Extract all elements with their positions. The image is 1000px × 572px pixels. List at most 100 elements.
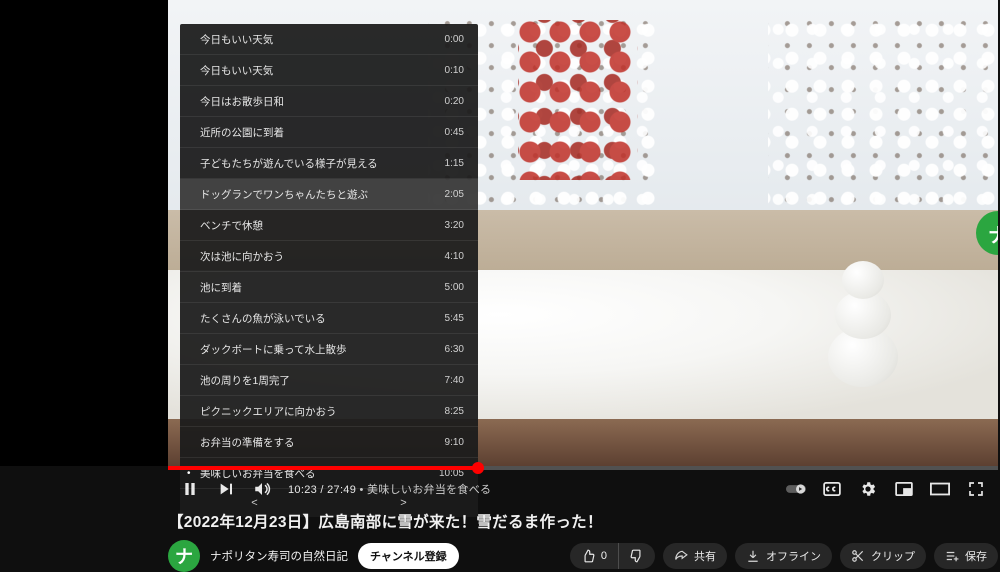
chapter-item-time: 0:10 <box>445 65 464 76</box>
clip-label: クリップ <box>871 548 915 564</box>
chapter-item-label: お弁当の準備をする <box>200 435 295 450</box>
chapter-item-time: 2:05 <box>445 189 464 200</box>
like-count: 0 <box>601 550 607 562</box>
miniplayer-button[interactable] <box>894 479 914 499</box>
next-button[interactable] <box>216 479 236 499</box>
fullscreen-button[interactable] <box>966 479 986 499</box>
offline-label: オフライン <box>766 548 821 564</box>
chapter-item-time: 6:30 <box>445 344 464 355</box>
channel-badge-initial: ナ <box>988 219 998 248</box>
chapter-list: 今日もいい天気 0:00 今日もいい天気 0:10 今日はお散歩日和 0:20 近所の公園に… <box>180 24 478 489</box>
chapter-item[interactable]: ベンチで休憩 3:20 <box>180 210 478 241</box>
theater-icon <box>930 482 950 496</box>
download-icon <box>746 549 760 563</box>
progress-played <box>168 466 478 470</box>
pause-button[interactable] <box>180 479 200 499</box>
chapter-item-time: 5:00 <box>445 282 464 293</box>
chapter-item-time: 7:40 <box>445 375 464 386</box>
chapter-menu: 今日もいい天気 0:00 今日もいい天気 0:10 今日はお散歩日和 0:20 近所の公園に… <box>180 24 478 517</box>
chapter-item-label: 次は池に向かおう <box>200 249 284 264</box>
share-label: 共有 <box>694 548 716 564</box>
next-icon <box>218 481 234 497</box>
action-buttons: 0 共有 オフライン クリップ <box>570 543 998 569</box>
dislike-button[interactable] <box>619 543 655 569</box>
channel-avatar[interactable]: ナ <box>168 540 200 572</box>
subscribe-button[interactable]: チャンネル登録 <box>358 543 459 569</box>
thumbs-up-icon <box>581 549 595 563</box>
chapter-item-label: 今日はお散歩日和 <box>200 94 284 109</box>
share-button[interactable]: 共有 <box>663 543 727 569</box>
chapter-item[interactable]: たくさんの魚が泳いでいる 5:45 <box>180 303 478 334</box>
scissors-icon <box>851 549 865 563</box>
clip-button[interactable]: クリップ <box>840 543 926 569</box>
chapter-item-label: 今日もいい天気 <box>200 63 273 78</box>
chapter-item[interactable]: 近所の公園に到着 0:45 <box>180 117 478 148</box>
chapter-item[interactable]: お弁当の準備をする 9:10 <box>180 427 478 458</box>
chapter-item-label: ピクニックエリアに向かおう <box>200 404 337 419</box>
save-label: 保存 <box>965 548 987 564</box>
scene-red-foliage <box>518 20 638 180</box>
offline-button[interactable]: オフライン <box>735 543 832 569</box>
thumbs-down-icon <box>630 549 644 563</box>
chapter-item-label: 今日もいい天気 <box>200 32 273 47</box>
theater-button[interactable] <box>930 479 950 499</box>
chapter-item[interactable]: ピクニックエリアに向かおう 8:25 <box>180 396 478 427</box>
elapsed-time: 10:23 <box>288 484 317 496</box>
save-button[interactable]: 保存 <box>934 543 998 569</box>
chapter-item-label: ベンチで休憩 <box>200 218 263 233</box>
volume-button[interactable] <box>252 479 272 499</box>
chapter-item-label: たくさんの魚が泳いでいる <box>200 311 326 326</box>
player-controls: 10:23 / 27:49 • 美味しいお弁当を食べる <box>168 472 998 506</box>
chapter-item[interactable]: 今日もいい天気 0:00 <box>180 24 478 55</box>
video-title: 【2022年12月23日】広島南部に雪が来た！雪だるま作った！ <box>168 510 998 532</box>
chapter-item-label: 池に到着 <box>200 280 242 295</box>
autoplay-icon <box>786 482 806 496</box>
volume-icon <box>253 480 271 498</box>
chapter-item-time: 3:20 <box>445 220 464 231</box>
chapter-item-label: 子どもたちが遊んでいる様子が見える <box>200 156 378 171</box>
captions-button[interactable] <box>822 479 842 499</box>
chapter-item-time: 4:10 <box>445 251 464 262</box>
chapter-item[interactable]: 次は池に向かおう 4:10 <box>180 241 478 272</box>
chapter-item-time: 0:45 <box>445 127 464 138</box>
miniplayer-icon <box>895 482 913 496</box>
chapter-item[interactable]: 今日もいい天気 0:10 <box>180 55 478 86</box>
fullscreen-icon <box>968 481 984 497</box>
chapter-item-label: ドッグランでワンちゃんたちと遊ぶ <box>200 187 368 202</box>
chapter-prefix: • <box>356 484 367 496</box>
chapter-item[interactable]: 池に到着 5:00 <box>180 272 478 303</box>
chapter-item-time: 0:00 <box>445 34 464 45</box>
captions-icon <box>823 482 841 496</box>
video-pillarbox-left <box>0 0 168 466</box>
chapter-item-label: ダックボートに乗って水上散歩 <box>200 342 346 357</box>
subscribe-label: チャンネル登録 <box>370 551 447 563</box>
current-chapter-label[interactable]: 美味しいお弁当を食べる <box>367 484 491 496</box>
chapter-item[interactable]: 今日はお散歩日和 0:20 <box>180 86 478 117</box>
progress-bar[interactable] <box>168 466 998 470</box>
gear-icon <box>859 480 877 498</box>
chapter-item[interactable]: ダックボートに乗って水上散歩 6:30 <box>180 334 478 365</box>
chapter-item[interactable]: 子どもたちが遊んでいる様子が見える 1:15 <box>180 148 478 179</box>
share-icon <box>674 549 688 563</box>
like-dislike-group: 0 <box>570 543 655 569</box>
time-display: 10:23 / 27:49 • 美味しいお弁当を食べる <box>288 481 491 497</box>
chapter-item-time: 0:20 <box>445 96 464 107</box>
chapter-item-time: 1:15 <box>445 158 464 169</box>
video-meta-row: ナ ナポリタン寿司の自然日記 チャンネル登録 0 <box>168 540 998 572</box>
playlist-add-icon <box>945 549 959 563</box>
total-time: 27:49 <box>327 484 356 496</box>
pause-icon <box>182 481 198 497</box>
chapter-item-time: 9:10 <box>445 437 464 448</box>
chapter-item-label: 近所の公園に到着 <box>200 125 284 140</box>
settings-button[interactable] <box>858 479 878 499</box>
autoplay-toggle[interactable] <box>786 479 806 499</box>
channel-name[interactable]: ナポリタン寿司の自然日記 <box>210 548 348 564</box>
chapter-item-time: 8:25 <box>445 406 464 417</box>
chapter-item[interactable]: ドッグランでワンちゃんたちと遊ぶ 2:05 <box>180 179 478 210</box>
chapter-item[interactable]: 池の周りを1周完了7:40 <box>180 365 478 396</box>
like-button[interactable]: 0 <box>570 543 618 569</box>
time-separator: / <box>317 484 327 496</box>
chapter-item-time: 5:45 <box>445 313 464 324</box>
channel-avatar-initial: ナ <box>175 543 193 569</box>
scene-snowman <box>818 247 908 387</box>
